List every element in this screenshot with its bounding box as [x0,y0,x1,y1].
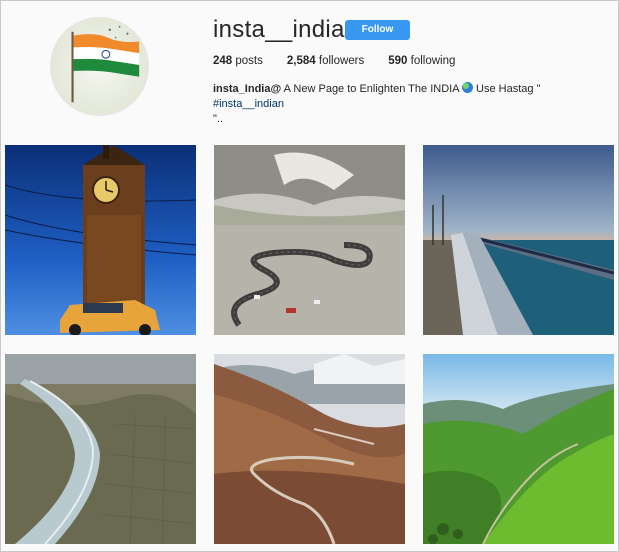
bio-hashtag-link[interactable]: #insta__indian [213,98,284,110]
post-tile-sea-bridge[interactable] [423,145,614,335]
post-image [423,145,614,335]
followers-label: followers [318,55,365,67]
following-stat[interactable]: 590 following [388,55,455,67]
following-label: following [410,55,456,67]
bio-text: A New Page to Enlighten The INDIA [281,83,462,95]
followers-stat[interactable]: 2,584 followers [287,55,364,67]
post-tile-mountain-road[interactable] [214,145,405,335]
globe-icon [461,82,473,93]
posts-count: 248 [213,55,233,67]
post-image [5,354,196,544]
post-tile-canal[interactable] [5,354,196,544]
post-tile-big-ben[interactable] [5,145,196,335]
profile-avatar[interactable] [50,17,149,116]
post-image [423,354,614,544]
followers-count: 2,584 [286,55,316,67]
bio-line-2: ".. [213,113,224,125]
following-count: 590 [388,55,408,67]
post-tile-switchback-road[interactable] [214,354,405,544]
posts-stat: 248 posts [213,55,263,67]
india-flag-icon [51,18,148,115]
profile-username: insta__indian [213,16,359,43]
post-image [214,354,405,544]
post-image [214,145,405,335]
profile-stats: 248 posts 2,584 followers 590 following [213,55,455,67]
post-tile-green-valley[interactable] [423,354,614,544]
profile-bio: insta_India@ A New Page to Enlighten The… [213,82,613,127]
post-image [5,145,196,335]
posts-label: posts [235,55,263,67]
bio-text-2: Use Hastag " [472,83,541,95]
bio-handle: insta_India@ [213,83,282,95]
follow-button[interactable]: Follow [345,20,410,40]
